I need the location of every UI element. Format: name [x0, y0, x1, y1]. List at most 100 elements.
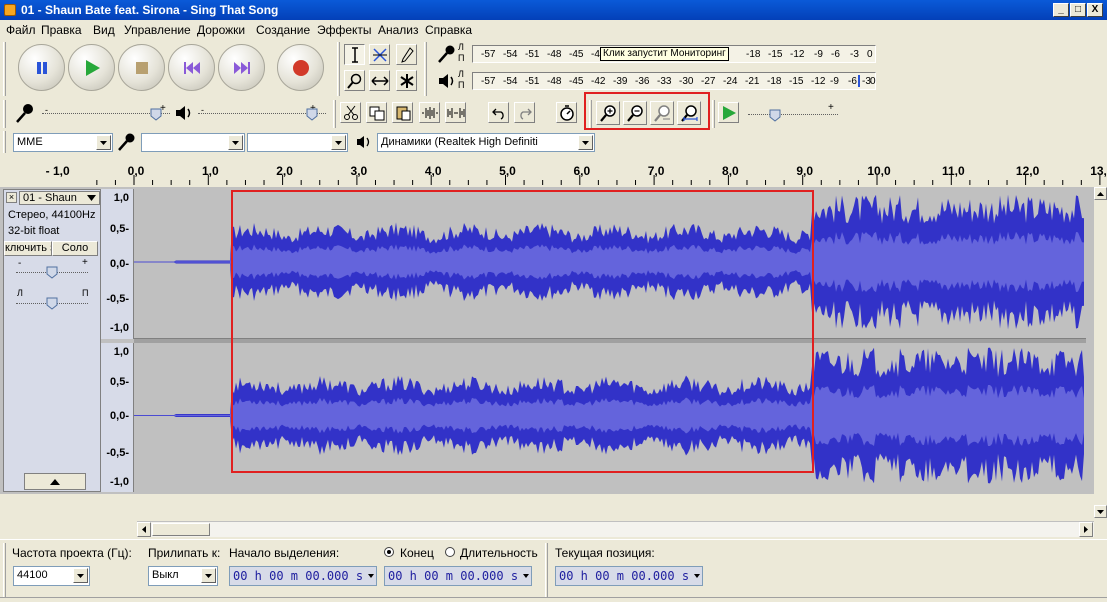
pause-button[interactable]	[18, 44, 65, 91]
vertical-scale-right[interactable]: 1,0 0,5- 0,0- -0,5- -1,0	[101, 343, 134, 492]
menu-effects[interactable]: Эффекты	[317, 23, 372, 37]
multi-tool[interactable]	[396, 70, 417, 91]
project-rate-select[interactable]: 44100	[13, 566, 90, 586]
input-channels-select[interactable]	[247, 133, 348, 152]
track-name-menu[interactable]: 01 - Shaun	[19, 191, 100, 205]
host-select[interactable]: MME	[13, 133, 113, 152]
vertical-scrollbar[interactable]	[1094, 187, 1107, 519]
solo-button[interactable]: Соло	[52, 241, 98, 256]
current-position-time[interactable]: 00 h 00 m 00.000 s	[555, 566, 703, 586]
menu-edit[interactable]: Правка	[41, 23, 82, 37]
play-meter[interactable]: -57 -54 -51 -48 -45 -42 -39 -36 -33 -30 …	[472, 72, 876, 90]
selection-tool[interactable]	[344, 44, 365, 65]
menu-tracks[interactable]: Дорожки	[197, 23, 245, 37]
selection-start-time[interactable]: 00 h 00 m 00.000 s	[229, 566, 377, 586]
zoom-selection-button[interactable]	[650, 101, 674, 125]
dropdown-arrow-icon[interactable]	[96, 135, 111, 150]
mixer-grip[interactable]	[3, 100, 6, 128]
skip-to-start-button[interactable]	[168, 44, 215, 91]
maximize-button[interactable]: □	[1070, 3, 1086, 17]
playspeed-grip[interactable]	[712, 100, 715, 128]
position-grip[interactable]	[545, 543, 548, 598]
trim-button[interactable]	[419, 102, 440, 123]
menu-help[interactable]: Справка	[425, 23, 472, 37]
slider-thumb-icon[interactable]	[46, 297, 58, 310]
silence-button[interactable]	[445, 102, 466, 123]
slider-thumb-icon[interactable]	[769, 109, 781, 122]
track-control-panel[interactable]: × 01 - Shaun Стерео, 44100Hz 32-bit floa…	[3, 189, 101, 492]
menu-generate[interactable]: Создание	[256, 23, 310, 37]
envelope-tool[interactable]	[369, 44, 390, 65]
dropdown-arrow-icon[interactable]	[201, 568, 216, 583]
dropdown-arrow-icon[interactable]	[694, 574, 700, 578]
vertical-scale-left[interactable]: 1,0 0,5- 0,0- -0,5- -1,0	[101, 189, 134, 339]
record-button[interactable]	[277, 44, 324, 91]
scroll-right-button[interactable]	[1079, 522, 1093, 537]
end-radio[interactable]	[384, 547, 394, 557]
play-button[interactable]	[68, 44, 115, 91]
paste-button[interactable]	[392, 102, 413, 123]
scroll-up-button[interactable]	[1094, 187, 1107, 200]
close-button[interactable]: X	[1087, 3, 1103, 17]
zoom-grip[interactable]	[589, 100, 592, 128]
play-at-speed-button[interactable]	[718, 102, 739, 123]
sync-lock-button[interactable]	[556, 102, 577, 123]
redo-button[interactable]	[514, 102, 535, 123]
dropdown-arrow-icon[interactable]	[368, 574, 374, 578]
pan-slider[interactable]: Л П	[16, 288, 88, 311]
dropdown-arrow-icon[interactable]	[578, 135, 593, 150]
collapse-track-button[interactable]	[24, 473, 86, 490]
slider-thumb-icon[interactable]	[46, 266, 58, 279]
input-device-select[interactable]	[141, 133, 245, 152]
timeline-ruler[interactable]: - 1,0 0,0 1,0 2,0 3,0 4,0 5,0 6,0 7,0 8,0 9,0 10,0 1…	[0, 157, 1107, 185]
tools-grip[interactable]	[337, 42, 340, 96]
edit-grip[interactable]	[333, 100, 336, 128]
meter-grip[interactable]	[424, 42, 427, 96]
fit-project-button[interactable]	[677, 101, 701, 125]
toolbar-grip[interactable]	[3, 42, 6, 96]
gain-slider[interactable]: - +	[16, 257, 88, 280]
meter-tick: -45	[569, 76, 584, 87]
menu-file[interactable]: Файл	[6, 23, 36, 37]
menu-analyze[interactable]: Анализ	[378, 23, 419, 37]
record-meter[interactable]: -57 -54 -51 -48 -45 -42 Клик запустит Мо…	[472, 45, 876, 63]
undo-button[interactable]	[488, 102, 509, 123]
meter-tick: -54	[503, 76, 518, 87]
output-device-select[interactable]: Динамики (Realtek High Definiti	[377, 133, 595, 152]
track-close-button[interactable]: ×	[6, 192, 17, 203]
dropdown-arrow-icon[interactable]	[73, 568, 88, 583]
play-speed-slider[interactable]: +	[748, 102, 838, 122]
dropdown-arrow-icon[interactable]	[523, 574, 529, 578]
input-volume-slider[interactable]: - +	[42, 103, 170, 121]
time-shift-tool[interactable]	[369, 70, 390, 91]
menu-transport[interactable]: Управление	[124, 23, 191, 37]
scroll-down-button[interactable]	[1094, 505, 1107, 518]
zoom-out-button[interactable]	[623, 101, 647, 125]
zoom-tool[interactable]	[344, 70, 365, 91]
device-grip[interactable]	[3, 131, 6, 153]
draw-tool[interactable]	[396, 44, 417, 65]
slider-thumb-icon[interactable]	[150, 108, 162, 121]
dropdown-arrow-icon[interactable]	[228, 135, 243, 150]
selection-grip[interactable]	[3, 543, 6, 598]
output-volume-slider[interactable]: - +	[198, 103, 326, 121]
horizontal-scrollbar[interactable]	[137, 521, 1094, 537]
slider-thumb-icon[interactable]	[306, 108, 318, 121]
scroll-left-button[interactable]	[137, 522, 151, 537]
ruler-label: 1,0	[201, 164, 219, 178]
stop-button[interactable]	[118, 44, 165, 91]
minimize-button[interactable]: _	[1053, 3, 1069, 17]
play-meter-button[interactable]: Л П	[437, 69, 469, 93]
length-radio[interactable]	[445, 547, 455, 557]
selection-end-time[interactable]: 00 h 00 m 00.000 s	[384, 566, 532, 586]
mute-button[interactable]: ключить звук	[4, 241, 52, 256]
copy-button[interactable]	[366, 102, 387, 123]
skip-to-end-button[interactable]	[218, 44, 265, 91]
cut-button[interactable]	[340, 102, 361, 123]
zoom-in-button[interactable]	[596, 101, 620, 125]
record-meter-button[interactable]: Л П	[437, 42, 469, 66]
menu-view[interactable]: Вид	[93, 23, 115, 37]
dropdown-arrow-icon[interactable]	[331, 135, 346, 150]
scroll-thumb[interactable]	[152, 523, 210, 536]
snap-to-select[interactable]: Выкл	[148, 566, 218, 586]
